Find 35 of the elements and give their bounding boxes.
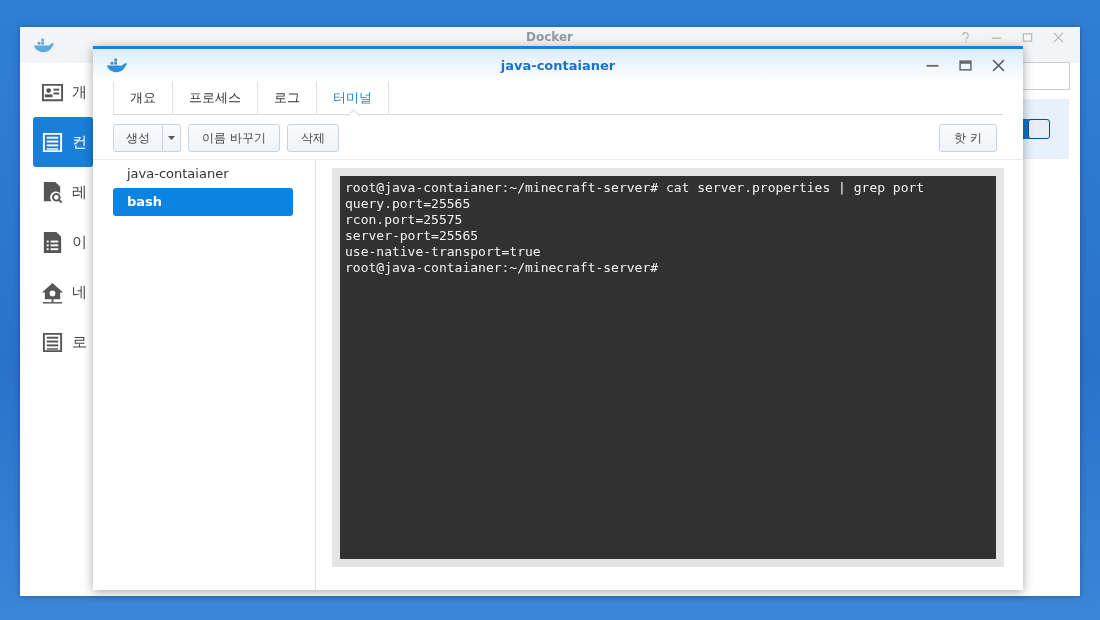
document-icon [41, 230, 64, 254]
list-icon [41, 130, 64, 154]
create-button[interactable]: 생성 [113, 124, 163, 152]
maximize-icon[interactable] [959, 58, 972, 72]
terminal[interactable]: root@java-contaianer:~/minecraft-server# cat server.properties | grep port query.port=25565 rcon.port=25575 server-port=25565 use-native-transport=true root@java-contaianer:~/minecraft-server# [332, 168, 1004, 567]
whale-icon [106, 57, 128, 73]
sidebar-item[interactable]: 로 [33, 317, 93, 367]
terminal-line: root@java-contaianer:~/minecraft-server# cat server.properties | grep port [345, 180, 925, 196]
tab[interactable]: 로그 [258, 81, 317, 114]
sidebar-item[interactable]: 레 [33, 167, 93, 217]
sidebar-item[interactable]: 네 [33, 267, 93, 317]
terminal-line: query.port=25565 [345, 196, 471, 212]
close-icon[interactable] [992, 58, 1005, 72]
sidebar-item[interactable]: 컨 [33, 117, 93, 167]
hotkey-button[interactable]: 핫 키 [939, 124, 997, 152]
dropdown-button[interactable] [163, 124, 181, 152]
window-title: java-contaianer [500, 57, 616, 73]
house-icon [41, 280, 64, 304]
caret-icon [168, 136, 175, 140]
sidebar-item[interactable]: 개 [33, 67, 93, 117]
terminal-line: server-port=25565 [345, 228, 479, 244]
tab[interactable]: 프로세스 [173, 81, 258, 114]
terminal-line: rcon.port=25575 [345, 212, 463, 228]
session-item[interactable]: bash [113, 188, 293, 216]
window-title: Docker [526, 30, 574, 44]
whale-icon [33, 38, 55, 53]
rename-button[interactable]: 이름 바꾸기 [188, 124, 280, 152]
terminal-line: root@java-contaianer:~/minecraft-server# [345, 260, 659, 276]
terminal-line: use-native-transport=true [345, 244, 541, 260]
delete-button[interactable]: 삭제 [286, 124, 339, 152]
document-search-icon [41, 180, 64, 204]
tab[interactable]: 개요 [113, 81, 173, 114]
sidebar-item[interactable]: 이 [33, 217, 93, 267]
container-name: java-contaianer [125, 165, 230, 183]
list-icon [41, 330, 64, 354]
